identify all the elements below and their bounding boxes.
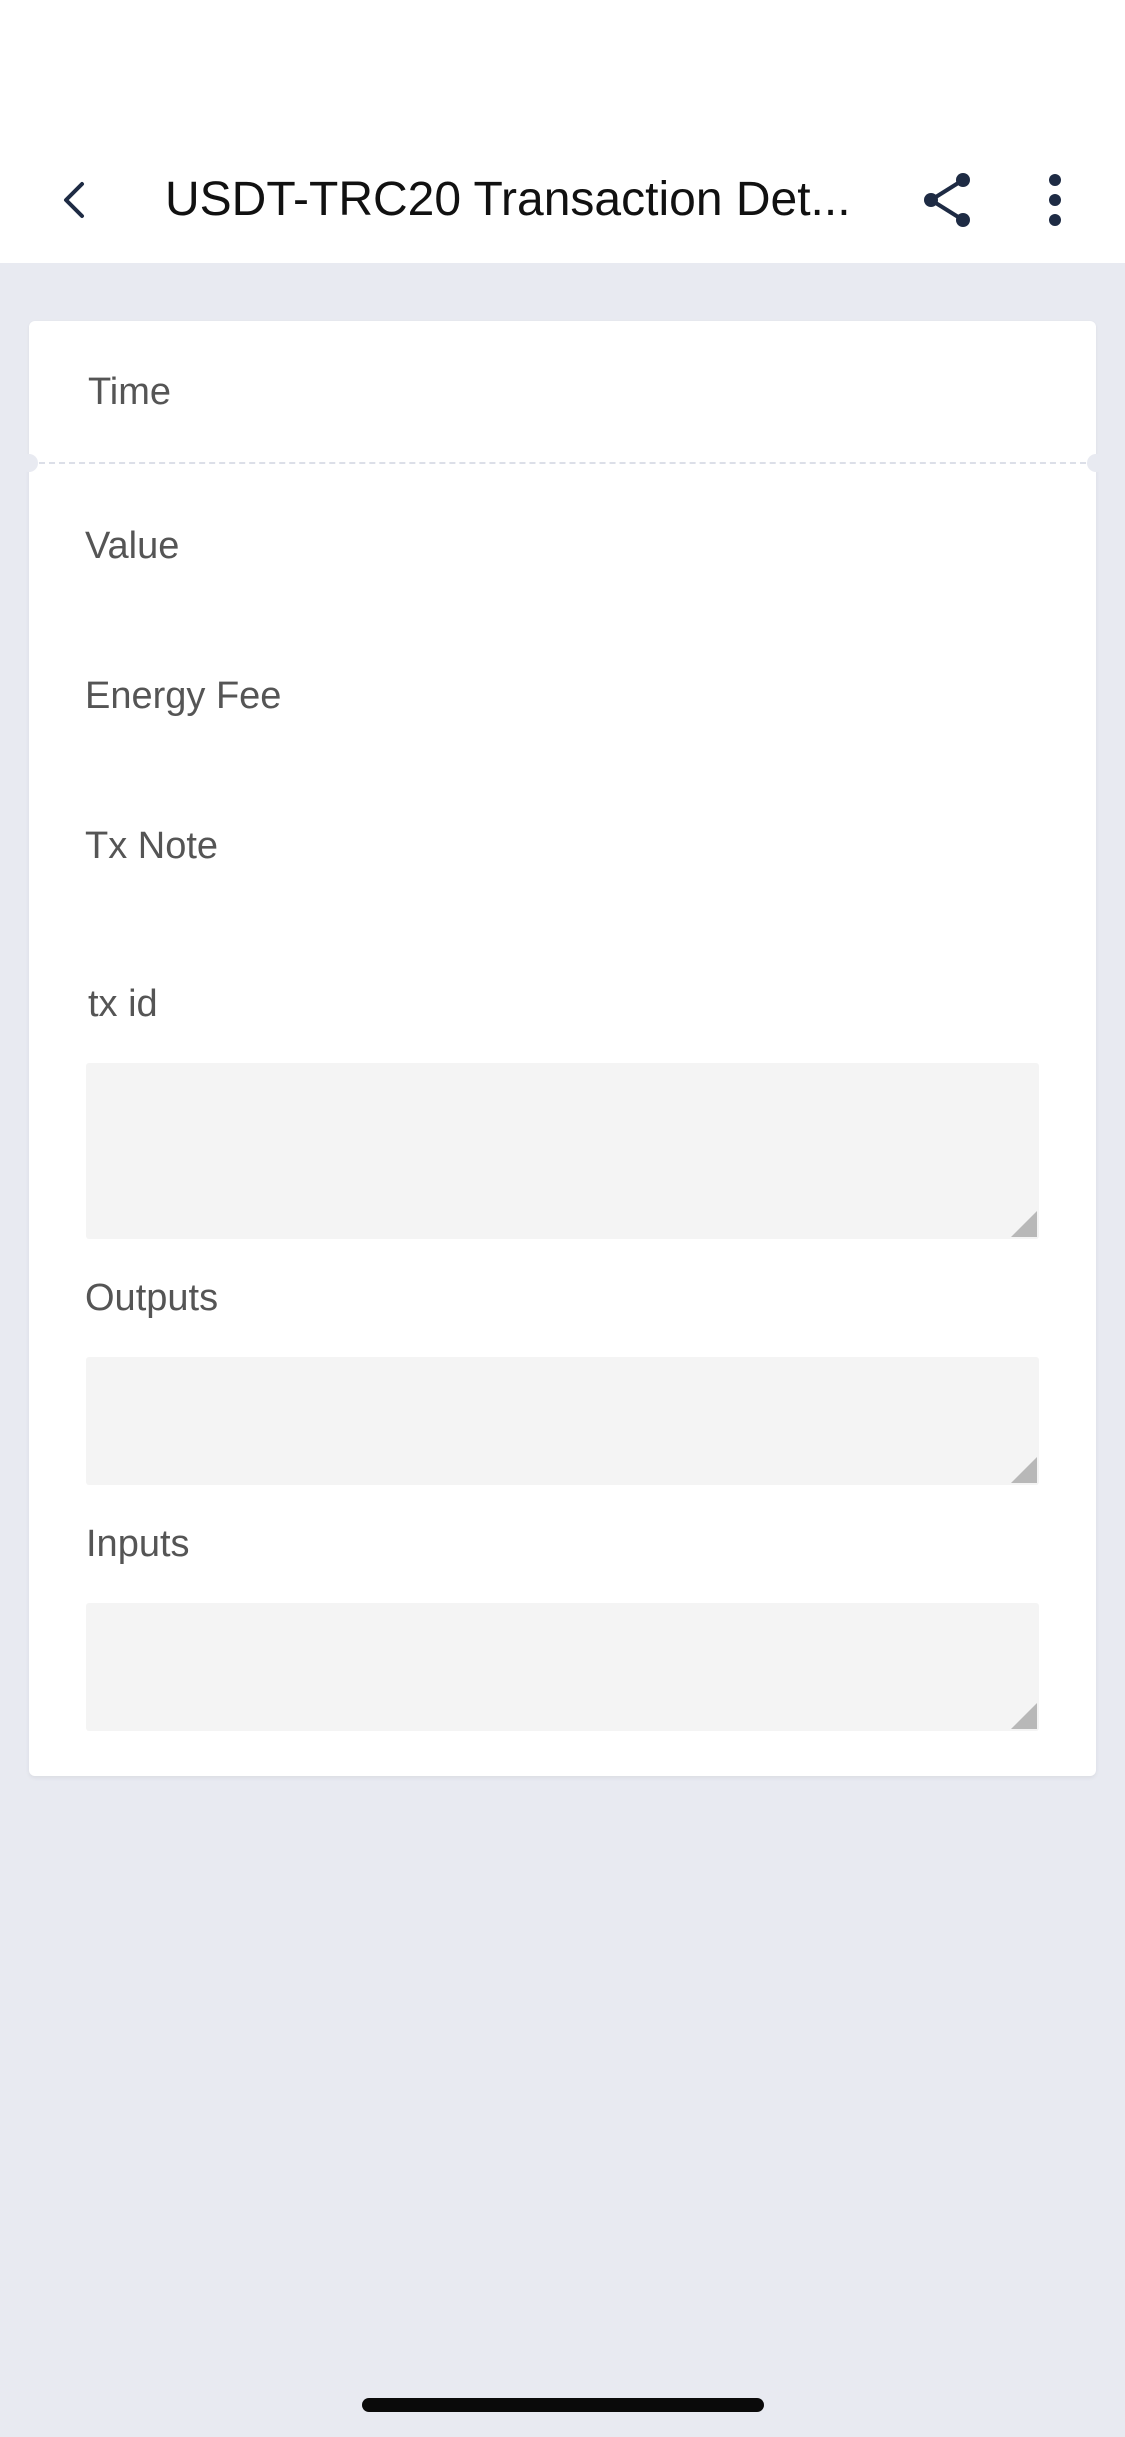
top-app-bar: USDT-TRC20 Transaction Det... bbox=[0, 140, 1125, 263]
card-divider bbox=[29, 462, 1096, 464]
inputs-label: Inputs bbox=[86, 1523, 190, 1565]
outputs-field[interactable] bbox=[86, 1357, 1039, 1485]
share-icon bbox=[924, 173, 970, 227]
more-vertical-icon bbox=[1049, 174, 1061, 226]
energy-fee-label: Energy Fee bbox=[85, 675, 282, 717]
inputs-field[interactable] bbox=[86, 1603, 1039, 1731]
tx-id-label: tx id bbox=[88, 983, 158, 1025]
tx-id-field[interactable] bbox=[86, 1063, 1039, 1239]
tx-note-label: Tx Note bbox=[85, 825, 219, 867]
page-title: USDT-TRC20 Transaction Det... bbox=[165, 173, 851, 226]
time-label: Time bbox=[88, 371, 172, 413]
more-options-button[interactable] bbox=[1030, 162, 1080, 238]
back-button[interactable] bbox=[44, 170, 104, 230]
divider-notch-right bbox=[1087, 454, 1105, 472]
resize-grip-icon[interactable] bbox=[1011, 1703, 1037, 1729]
home-indicator[interactable] bbox=[362, 2398, 764, 2412]
chevron-left-icon bbox=[64, 182, 84, 218]
outputs-label: Outputs bbox=[85, 1277, 219, 1319]
divider-notch-left bbox=[20, 454, 38, 472]
status-bar bbox=[0, 0, 1125, 140]
value-label: Value bbox=[85, 525, 180, 567]
share-button[interactable] bbox=[915, 162, 979, 238]
resize-grip-icon[interactable] bbox=[1011, 1457, 1037, 1483]
resize-grip-icon[interactable] bbox=[1011, 1211, 1037, 1237]
time-card bbox=[29, 321, 1096, 463]
